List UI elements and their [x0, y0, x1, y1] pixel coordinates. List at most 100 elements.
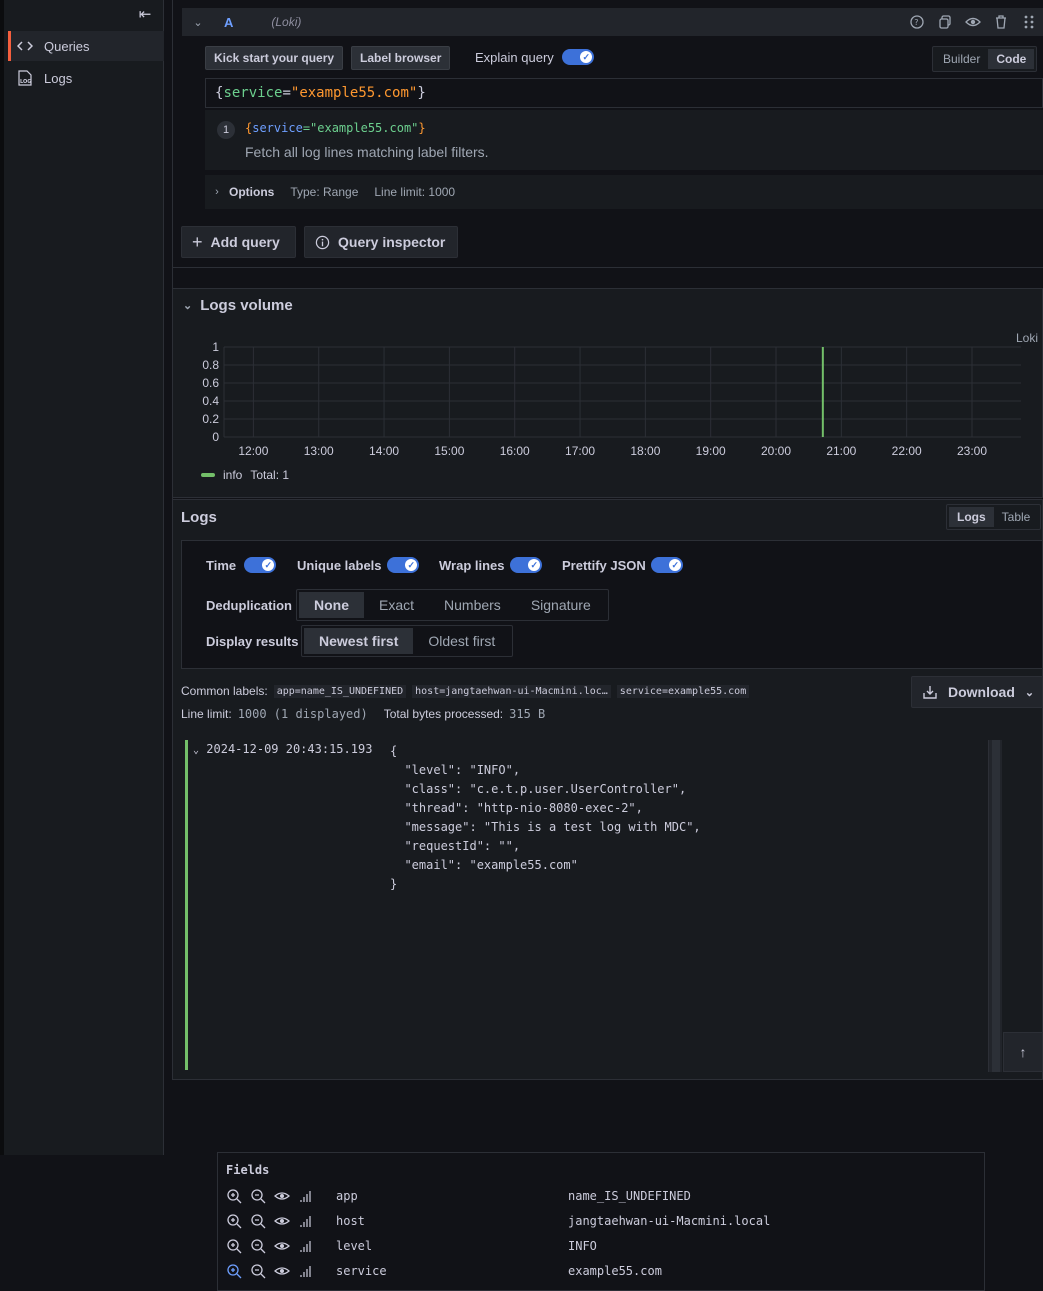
query-code-input[interactable]: { service = "example55.com" }: [205, 78, 1043, 108]
toggle-label-prettify: Prettify JSON: [562, 558, 646, 573]
zoom-in-icon[interactable]: [226, 1238, 242, 1254]
zoom-in-icon[interactable]: [226, 1263, 242, 1279]
prettify-json-toggle[interactable]: ✓: [651, 557, 683, 573]
common-labels-line: Common labels: app=name_IS_UNDEFINED hos…: [181, 684, 750, 698]
chart-legend[interactable]: info Total: 1: [201, 468, 289, 482]
query-ref-id[interactable]: A: [224, 15, 233, 30]
drag-handle-icon[interactable]: [1021, 14, 1037, 30]
label-browser-button[interactable]: Label browser: [351, 46, 451, 70]
logs-volume-header[interactable]: ⌄ Logs volume: [183, 297, 293, 314]
stats-icon[interactable]: [298, 1213, 314, 1229]
add-query-button[interactable]: + Add query: [181, 226, 296, 258]
mode-code-option[interactable]: Code: [988, 49, 1035, 69]
query-inspector-button[interactable]: Query inspector: [304, 226, 458, 258]
field-row: level INFO: [226, 1236, 966, 1256]
download-label: Download: [948, 684, 1015, 700]
kick-start-button[interactable]: Kick start your query: [205, 46, 344, 70]
sidebar-item-queries[interactable]: Queries: [8, 31, 164, 61]
fields-title: Fields: [226, 1163, 270, 1177]
field-actions: [226, 1188, 336, 1204]
time-toggle[interactable]: ✓: [244, 557, 276, 573]
zoom-out-icon[interactable]: [250, 1213, 266, 1229]
legend-swatch: [201, 473, 215, 477]
volume-bar[interactable]: [821, 347, 824, 437]
sidebar-item-logs[interactable]: LOG Logs: [8, 63, 164, 93]
add-query-label: Add query: [210, 234, 280, 250]
eye-icon[interactable]: [274, 1263, 290, 1279]
svg-text:LOG: LOG: [20, 79, 31, 85]
x-tick-label: 14:00: [369, 444, 399, 458]
logs-icon: LOG: [16, 69, 34, 87]
log-timestamp: ⌄ 2024-12-09 20:43:15.193: [193, 742, 372, 756]
log-scrollbar[interactable]: [988, 740, 1002, 1072]
expr-key: service: [223, 85, 283, 101]
scrollbar-thumb[interactable]: [992, 740, 1000, 1072]
zoom-out-icon[interactable]: [250, 1188, 266, 1204]
stats-icon[interactable]: [298, 1263, 314, 1279]
x-tick-label: 12:00: [238, 444, 268, 458]
x-tick-label: 17:00: [565, 444, 595, 458]
line-limit-line: Line limit: 1000 (1 displayed) Total byt…: [181, 707, 545, 721]
mode-builder-option[interactable]: Builder: [935, 49, 988, 69]
explain-query-toggle[interactable]: ✓: [562, 49, 594, 65]
toggle-label-wrap: Wrap lines: [439, 558, 505, 573]
line-limit-value: 1000 (1 displayed): [237, 707, 368, 721]
y-tick-label: 0.4: [202, 394, 219, 408]
dedup-signature-option[interactable]: Signature: [516, 592, 606, 618]
unique-labels-toggle[interactable]: ✓: [387, 557, 419, 573]
x-tick-label: 23:00: [957, 444, 987, 458]
explain-brace: }: [418, 121, 426, 135]
x-tick-label: 16:00: [500, 444, 530, 458]
eye-icon[interactable]: [965, 14, 981, 30]
query-options-row[interactable]: › Options Type: Range Line limit: 1000: [205, 175, 1043, 209]
chevron-right-icon[interactable]: ›: [205, 186, 229, 198]
logs-panel: Logs Logs Table Time ✓ Unique labels ✓ W…: [172, 499, 1043, 1291]
plus-icon: +: [192, 231, 203, 252]
dedup-exact-option[interactable]: Exact: [364, 592, 429, 618]
chevron-down-icon[interactable]: ⌄: [188, 16, 208, 29]
display-results-label: Display results: [206, 634, 299, 649]
common-label-chip: service=example55.com: [616, 684, 750, 698]
field-actions: [226, 1263, 336, 1279]
field-row: app name_IS_UNDEFINED: [226, 1186, 966, 1206]
duplicate-icon[interactable]: [937, 14, 953, 30]
help-icon[interactable]: ?: [909, 14, 925, 30]
dedup-numbers-option[interactable]: Numbers: [429, 592, 516, 618]
dedup-none-option[interactable]: None: [299, 592, 364, 618]
chevron-down-icon: ⌄: [183, 300, 193, 312]
log-message: { "level": "INFO", "class": "c.e.t.p.use…: [390, 744, 701, 891]
wrap-lines-toggle[interactable]: ✓: [510, 557, 542, 573]
view-logs-option[interactable]: Logs: [949, 507, 994, 527]
zoom-out-icon[interactable]: [250, 1238, 266, 1254]
logs-volume-chart[interactable]: 0 0.2 0.4 0.6 0.8 1 12:00 13:00 14:00 15:00 16:00 1…: [173, 329, 1042, 459]
zoom-out-icon[interactable]: [250, 1263, 266, 1279]
logs-title: Logs: [181, 509, 217, 526]
oldest-first-option[interactable]: Oldest first: [413, 628, 510, 654]
stats-icon[interactable]: [298, 1238, 314, 1254]
newest-first-option[interactable]: Newest first: [304, 628, 414, 654]
sidebar-item-label: Queries: [44, 38, 90, 54]
x-tick-label: 18:00: [630, 444, 660, 458]
eye-icon[interactable]: [274, 1213, 290, 1229]
eye-icon[interactable]: [274, 1188, 290, 1204]
download-button[interactable]: Download ⌄: [911, 676, 1043, 708]
expr-operator: =: [282, 85, 291, 101]
log-row[interactable]: ⌄ 2024-12-09 20:43:15.193 { "level": "IN…: [185, 740, 1003, 1291]
collapse-sidebar-icon[interactable]: ⇤: [134, 4, 156, 24]
explain-code: {service="example55.com"}: [245, 121, 426, 135]
options-type: Type: Range: [290, 185, 359, 199]
scroll-to-top-button[interactable]: ↑: [1003, 1032, 1043, 1072]
chevron-down-icon[interactable]: ⌄: [193, 745, 199, 756]
view-table-option[interactable]: Table: [994, 507, 1039, 527]
chevron-down-icon: ⌄: [1024, 686, 1035, 699]
stats-icon[interactable]: [298, 1188, 314, 1204]
eye-icon[interactable]: [274, 1238, 290, 1254]
y-tick-label: 0.6: [202, 376, 219, 390]
zoom-in-icon[interactable]: [226, 1188, 242, 1204]
x-tick-label: 22:00: [892, 444, 922, 458]
zoom-in-icon[interactable]: [226, 1213, 242, 1229]
log-timestamp-text: 2024-12-09 20:43:15.193: [206, 742, 373, 756]
trash-icon[interactable]: [993, 14, 1009, 30]
log-level-bar: [185, 740, 188, 1070]
download-icon: [923, 686, 937, 699]
